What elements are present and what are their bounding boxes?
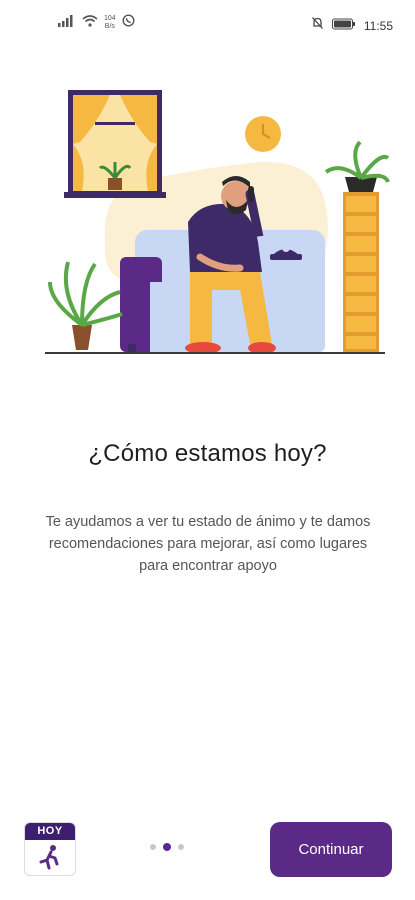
status-left: 104 B/s (58, 14, 135, 32)
status-time: 11:55 (363, 18, 393, 33)
status-bar: 104 B/s 11:55 (0, 0, 415, 36)
page-dot-2-active[interactable] (163, 843, 171, 851)
whatsapp-icon (122, 14, 135, 32)
network-speed-unit: B/s (104, 23, 115, 30)
page-dot-3[interactable] (178, 844, 184, 850)
page-dot-1[interactable] (150, 844, 156, 850)
app-logo: HOY (24, 822, 76, 876)
onboarding-illustration (40, 82, 390, 362)
onboarding-description: Te ayudamos a ver tu estado de ánimo y t… (45, 514, 371, 574)
battery-icon (331, 17, 356, 35)
plant-left-illustration (48, 261, 123, 350)
wifi-icon (82, 14, 98, 32)
drawer-cabinet-illustration (324, 140, 390, 352)
network-speed: 104 B/s (104, 15, 116, 31)
app-logo-label: HOY (25, 823, 75, 840)
window-illustration (64, 90, 166, 198)
signal-icon (58, 14, 76, 32)
clock-illustration (245, 116, 281, 152)
network-speed-value: 104 (104, 15, 116, 22)
running-person-icon (25, 840, 75, 870)
mute-icon (311, 16, 324, 35)
page-indicator (150, 843, 184, 851)
continue-button[interactable]: Continuar (270, 822, 392, 877)
onboarding-title: ¿Cómo estamos hoy? (88, 440, 327, 467)
status-right: 11:55 (311, 16, 393, 35)
